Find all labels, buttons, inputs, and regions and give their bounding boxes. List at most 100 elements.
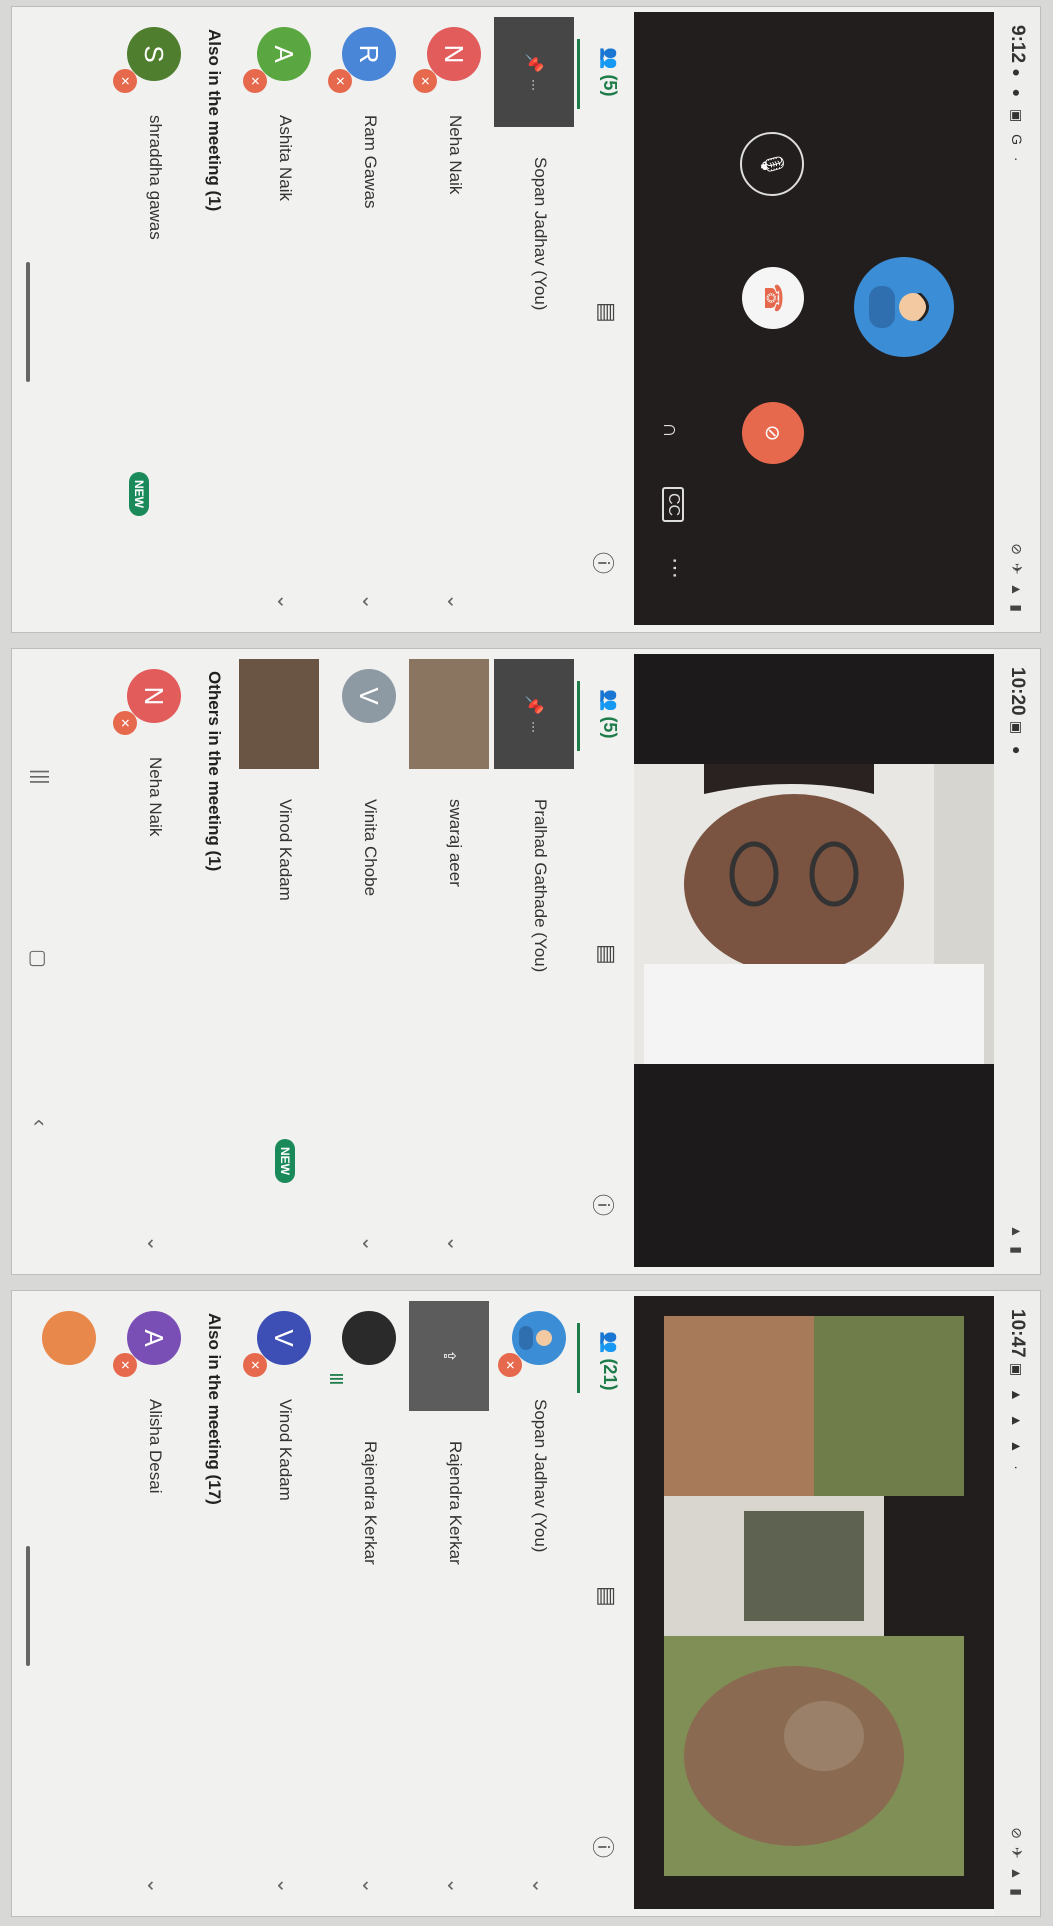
tab-people[interactable]: 👥 (5)	[599, 47, 620, 96]
info-icon[interactable]: ⓘ	[588, 1836, 620, 1858]
participant-row[interactable]: N ✕ Neha Naik ⌄	[99, 649, 189, 1274]
recent-apps-icon[interactable]: |||	[28, 769, 51, 785]
end-call-button[interactable]: ☎	[742, 267, 804, 329]
chevron-down-icon[interactable]: ⌄	[357, 1877, 382, 1894]
pin-icon[interactable]: 📌 ···	[494, 17, 574, 127]
info-icon[interactable]: ⓘ	[588, 552, 620, 574]
chevron-down-icon[interactable]: ⌄	[272, 593, 297, 610]
participant-row[interactable]: ||| Rajendra Kerkar ⌄	[314, 1291, 404, 1916]
phone-panel-2: 10:20 ▣ ● ▲ ▮ 👥 (5) ▤ ⓘ 📌 ··· Pralhad Ga…	[11, 648, 1041, 1275]
status-bar: 9:12 ● ● ▣ G · ⊘ ✈ ▲ ▮	[994, 7, 1040, 632]
video-person-image	[634, 764, 994, 1064]
mic-toggle-button[interactable]: 🎙	[740, 132, 804, 196]
gesture-bar[interactable]	[26, 262, 30, 382]
video-area: 🎙 ☎ ⊘ ∩ CC ⋯	[634, 12, 994, 625]
participant-row[interactable]: V Vinita Chobe ⌄	[314, 649, 404, 1274]
section-header: Others in the meeting (1)	[205, 671, 224, 872]
avatar: A	[127, 1311, 181, 1365]
navigation-bar: ||| ▢ ‹	[15, 649, 55, 1274]
participant-name: Neha Naik	[146, 757, 165, 837]
participant-name: Neha Naik	[446, 115, 465, 195]
participant-row[interactable]: Vinod Kadam NEW	[229, 649, 319, 1274]
back-icon[interactable]: ‹	[27, 1119, 53, 1126]
status-bar: 10:20 ▣ ● ▲ ▮	[994, 649, 1040, 1274]
chat-icon[interactable]: ▤	[594, 1586, 620, 1607]
participant-name: swaraj aeer	[446, 799, 465, 887]
gesture-bar[interactable]	[26, 1546, 30, 1666]
chevron-down-icon[interactable]: ⌄	[142, 1235, 167, 1252]
participant-row[interactable]: R ✕ Ram Gawas ⌄	[314, 7, 404, 632]
avatar: R	[342, 27, 396, 81]
participant-name: Sopan Jadhav (You)	[531, 1399, 550, 1553]
chat-icon[interactable]: ▤	[594, 302, 620, 323]
status-right-icons: ⊘ ✈ ▲ ▮	[1009, 1827, 1026, 1898]
mic-off-icon: ✕	[113, 69, 137, 93]
participant-thumbnail	[239, 659, 319, 769]
participant-name: Rajendra Kerkar	[361, 1441, 380, 1565]
user-avatar-icon	[854, 257, 954, 357]
screen-share-video	[634, 1296, 994, 1909]
chevron-down-icon[interactable]: ⌄	[357, 593, 382, 610]
home-icon[interactable]: ▢	[26, 949, 51, 968]
participant-row[interactable]: ⇪ Rajendra Kerkar ⌄	[399, 1291, 489, 1916]
participant-row[interactable]: swaraj aeer ⌄	[399, 649, 489, 1274]
speaking-icon: |||	[330, 1373, 346, 1385]
new-badge: NEW	[275, 1139, 295, 1183]
info-icon[interactable]: ⓘ	[588, 1194, 620, 1216]
mic-off-icon: ✕	[113, 711, 137, 735]
avatar: V	[257, 1311, 311, 1365]
video-off-button[interactable]: ⊘	[742, 402, 804, 464]
chevron-down-icon[interactable]: ⌄	[442, 593, 467, 610]
avatar	[342, 1311, 396, 1365]
participant-name: Pralhad Gathade (You)	[531, 799, 550, 973]
tab-people[interactable]: 👥 (5)	[599, 689, 620, 738]
avatar	[42, 1311, 96, 1365]
participant-name: Vinod Kadam	[276, 799, 295, 901]
chevron-down-icon[interactable]: ⌄	[442, 1877, 467, 1894]
mic-off-icon: ✕	[328, 69, 352, 93]
status-right-icons: ⊘ ✈ ▲ ▮	[1009, 543, 1026, 614]
pin-icon[interactable]: 📌 ···	[494, 659, 574, 769]
chevron-down-icon[interactable]: ⌄	[142, 1877, 167, 1894]
participant-row[interactable]: A ✕ Alisha Desai ⌄	[99, 1291, 189, 1916]
participant-row[interactable]: 📌 ··· Pralhad Gathade (You)	[484, 649, 574, 1274]
tab-bar: 👥 (5) ▤ ⓘ	[576, 649, 628, 1274]
chevron-down-icon[interactable]: ⌄	[442, 1235, 467, 1252]
video-feed	[634, 654, 994, 1267]
people-icon: 👥	[600, 1331, 620, 1354]
participant-row[interactable]: A ✕ Ashita Naik ⌄	[229, 7, 319, 632]
participant-name: Rajendra Kerkar	[446, 1441, 465, 1565]
participant-row[interactable]: V ✕ Vinod Kadam ⌄	[229, 1291, 319, 1916]
tab-bar: 👥 (5) ▤ ⓘ	[576, 7, 628, 632]
participant-name: Sopan Jadhav (You)	[531, 157, 550, 311]
chevron-down-icon[interactable]: ⌄	[357, 1235, 382, 1252]
mic-off-icon: ✕	[243, 1353, 267, 1377]
participant-name: shraddha gawas	[146, 115, 165, 240]
avatar: N	[427, 27, 481, 81]
captions-icon[interactable]: CC	[662, 487, 684, 523]
avatar: A	[257, 27, 311, 81]
status-icons: ● ● ▣ G ·	[1009, 68, 1025, 166]
tab-indicator	[577, 1323, 580, 1393]
chevron-down-icon[interactable]: ⌄	[527, 1877, 552, 1894]
status-time: 10:20	[1007, 667, 1028, 716]
status-icons: ▣ ▲ ▲ ▲ ·	[1009, 1362, 1025, 1474]
section-header: Also in the meeting (17)	[205, 1313, 224, 1505]
chat-icon[interactable]: ▤	[594, 944, 620, 965]
participant-row[interactable]: 📌 ··· Sopan Jadhav (You)	[484, 7, 574, 632]
more-icon[interactable]: ⋯	[662, 557, 688, 579]
tab-indicator	[577, 39, 580, 109]
headphones-icon[interactable]: ∩	[658, 422, 684, 438]
section-header: Also in the meeting (1)	[205, 29, 224, 212]
participant-name: Alisha Desai	[146, 1399, 165, 1494]
present-icon[interactable]: ⇪	[409, 1301, 489, 1411]
status-right-icons: ▲ ▮	[1009, 1224, 1026, 1256]
tab-people[interactable]: 👥 (21)	[599, 1331, 620, 1390]
participant-row[interactable]: S ✕ shraddha gawas NEW	[99, 7, 189, 632]
participant-row[interactable]: ✕ Sopan Jadhav (You) ⌄	[484, 1291, 574, 1916]
avatar	[512, 1311, 566, 1365]
mic-off-icon: ✕	[413, 69, 437, 93]
participant-thumbnail	[409, 659, 489, 769]
chevron-down-icon[interactable]: ⌄	[272, 1877, 297, 1894]
participant-row[interactable]: N ✕ Neha Naik ⌄	[399, 7, 489, 632]
